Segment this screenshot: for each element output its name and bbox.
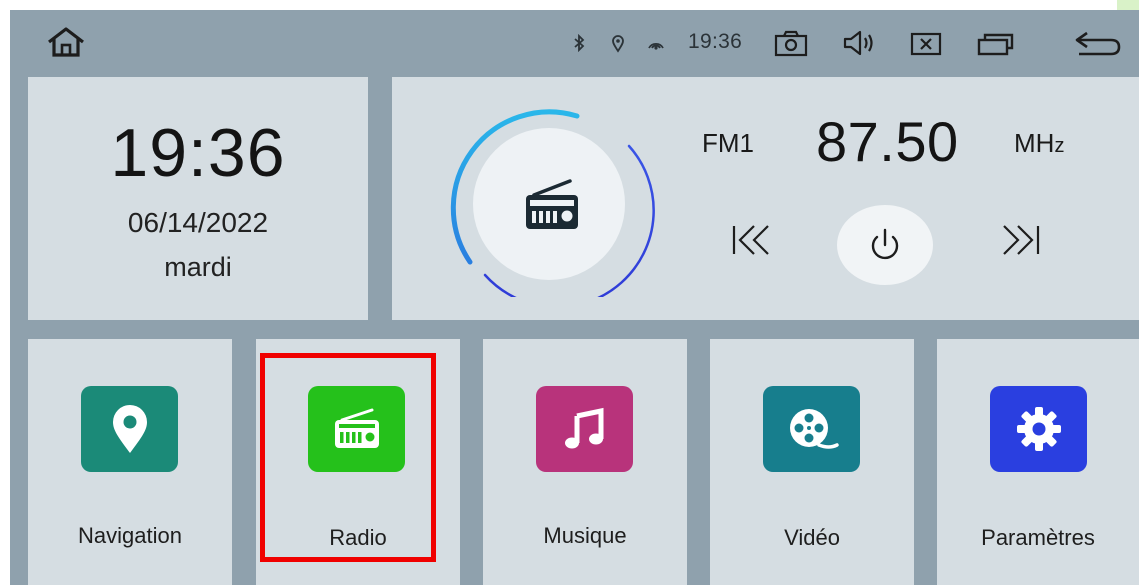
radio-unit-main: MH — [1014, 128, 1055, 158]
selection-highlight — [260, 353, 436, 562]
home-icon[interactable] — [44, 24, 88, 60]
signal-icon — [646, 34, 666, 52]
radio-dial[interactable] — [440, 103, 664, 309]
previous-icon[interactable] — [730, 220, 774, 260]
radio-widget[interactable]: FM1 87.50 MHz — [392, 77, 1139, 320]
windows-icon[interactable] — [974, 30, 1016, 58]
clock-time: 19:36 — [110, 115, 286, 191]
radio-unit-sub: z — [1054, 135, 1065, 157]
status-bar: 19:36 — [10, 10, 1139, 70]
location-icon — [610, 33, 626, 53]
clock-date: 06/14/2022 — [127, 207, 269, 238]
app-tile-video[interactable]: Vidéo — [710, 339, 914, 585]
radio-frequency: 87.50 — [816, 110, 959, 173]
next-icon[interactable] — [998, 220, 1042, 260]
radio-icon — [520, 175, 584, 233]
radio-band: FM1 — [702, 128, 754, 158]
app-tile-musique[interactable]: Musique — [483, 339, 687, 585]
gear-icon — [990, 386, 1087, 472]
app-label-musique: Musique — [543, 523, 627, 548]
app-tile-navigation[interactable]: Navigation — [28, 339, 232, 585]
power-icon — [871, 228, 899, 260]
app-label-parametres: Paramètres — [981, 525, 1095, 550]
camera-icon[interactable] — [772, 27, 810, 59]
clock-widget[interactable]: 19:36 06/14/2022 mardi — [28, 77, 368, 320]
app-tile-parametres[interactable]: Paramètres — [937, 339, 1139, 585]
location-pin-icon — [81, 386, 178, 472]
app-label-navigation: Navigation — [78, 523, 182, 548]
close-box-icon[interactable] — [908, 30, 944, 58]
music-note-icon — [536, 386, 633, 472]
status-time: 19:36 — [688, 30, 743, 53]
power-button[interactable] — [837, 205, 933, 285]
film-reel-icon — [763, 386, 860, 472]
bluetooth-icon — [572, 34, 586, 52]
car-launcher-screen: 19:36 19:36 06/14/2022 mardi FM1 87.50 M… — [10, 10, 1139, 585]
clock-day: mardi — [164, 252, 232, 282]
app-label-video: Vidéo — [784, 525, 840, 550]
volume-icon[interactable] — [840, 27, 880, 59]
back-icon[interactable] — [1070, 28, 1126, 60]
radio-unit: MHz — [1014, 128, 1064, 159]
